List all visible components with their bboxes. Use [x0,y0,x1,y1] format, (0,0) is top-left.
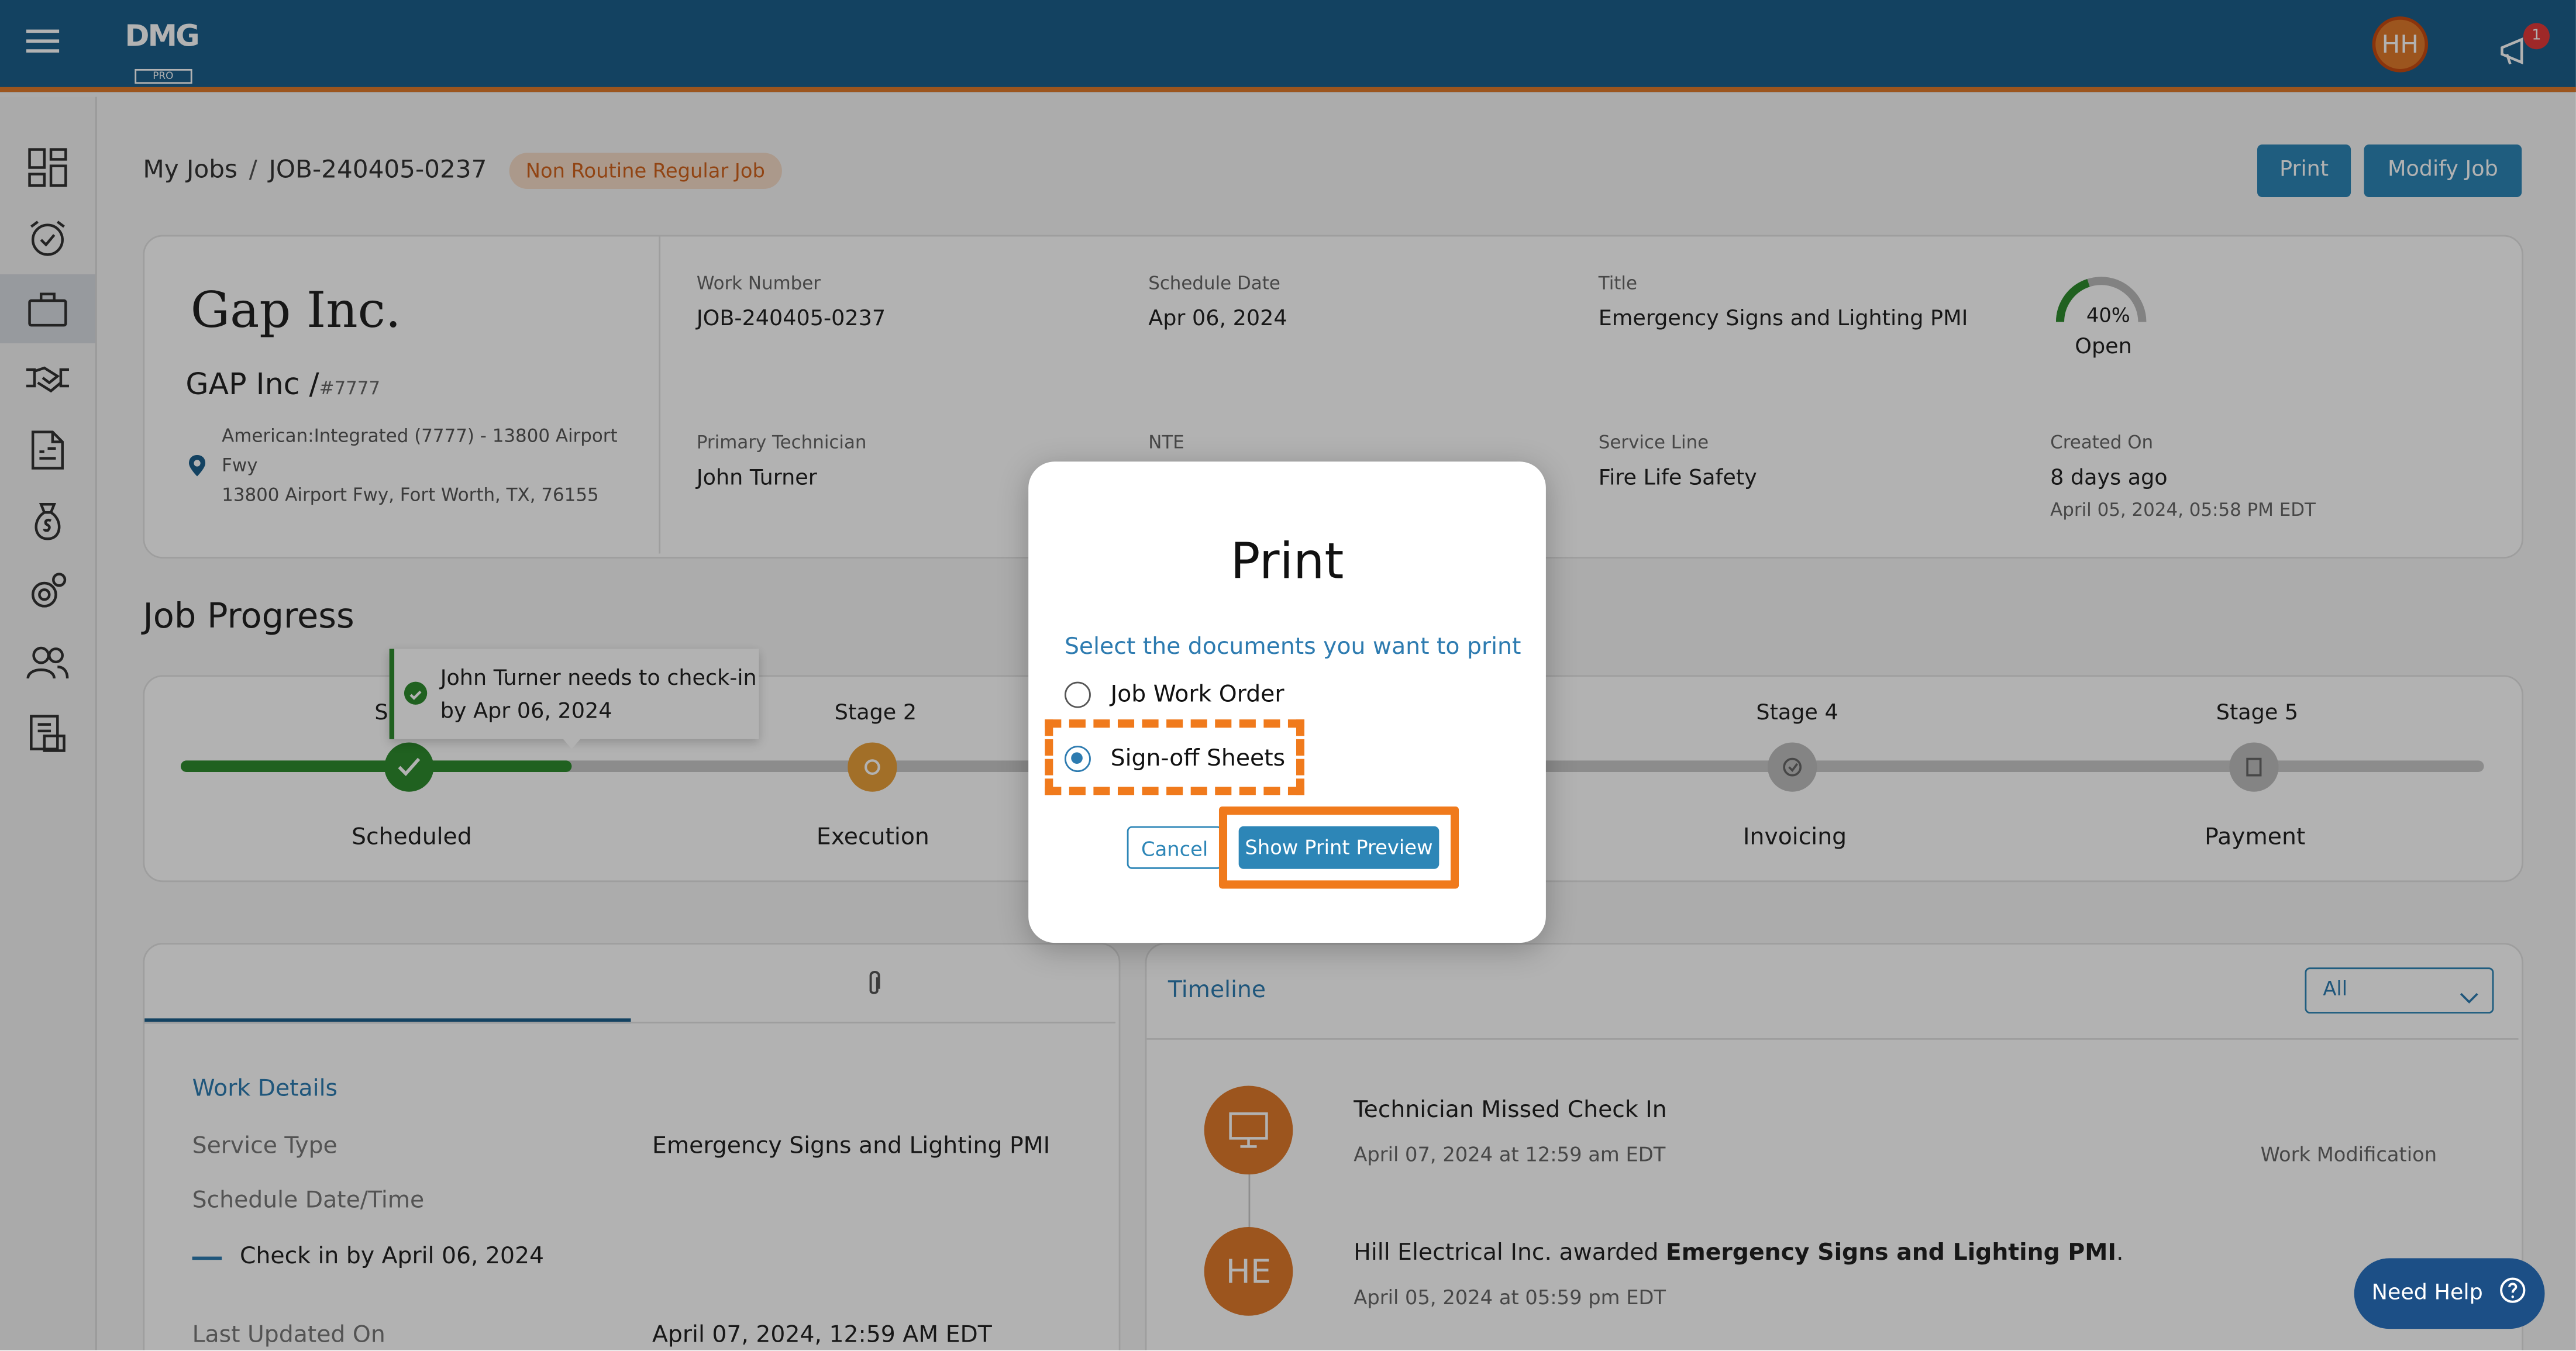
need-help-button[interactable]: Need Help [2354,1258,2545,1329]
print-dialog: Print Select the documents you want to p… [1028,461,1546,943]
dialog-subtitle: Select the documents you want to print [1064,634,1521,661]
selection-highlight [1045,719,1305,795]
dialog-title: Print [1230,533,1344,592]
help-circle-icon [2499,1276,2527,1311]
cancel-button[interactable]: Cancel [1127,826,1222,869]
button-highlight [1218,807,1459,889]
job-work-order-label[interactable]: Job Work Order [1111,682,1284,708]
job-work-order-radio[interactable] [1064,681,1091,708]
